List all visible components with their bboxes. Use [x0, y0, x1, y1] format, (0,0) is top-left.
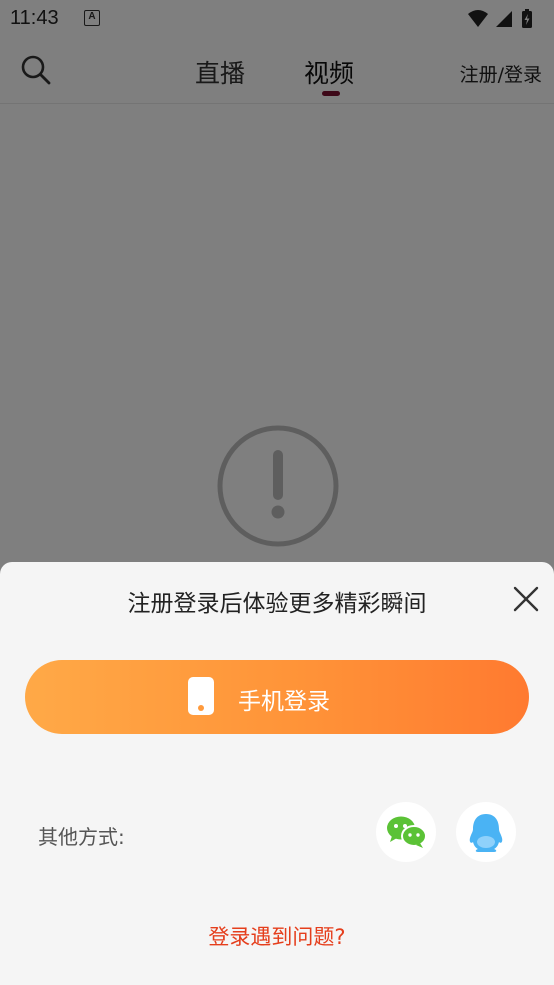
login-bottom-sheet: 注册登录后体验更多精彩瞬间 手机登录 其他方式: 登录遇到问题?: [0, 562, 554, 985]
phone-login-label: 手机登录: [238, 689, 330, 715]
login-problem-link[interactable]: 登录遇到问题?: [0, 921, 554, 951]
qq-icon: [469, 814, 503, 852]
wechat-icon: [387, 816, 427, 848]
sheet-title: 注册登录后体验更多精彩瞬间: [127, 591, 427, 617]
qq-login-button[interactable]: [456, 802, 516, 862]
close-icon[interactable]: [512, 585, 540, 613]
wechat-login-button[interactable]: [376, 802, 436, 862]
phone-icon: [188, 677, 214, 715]
other-methods-label: 其他方式:: [38, 825, 125, 849]
phone-login-button[interactable]: 手机登录: [25, 660, 529, 734]
